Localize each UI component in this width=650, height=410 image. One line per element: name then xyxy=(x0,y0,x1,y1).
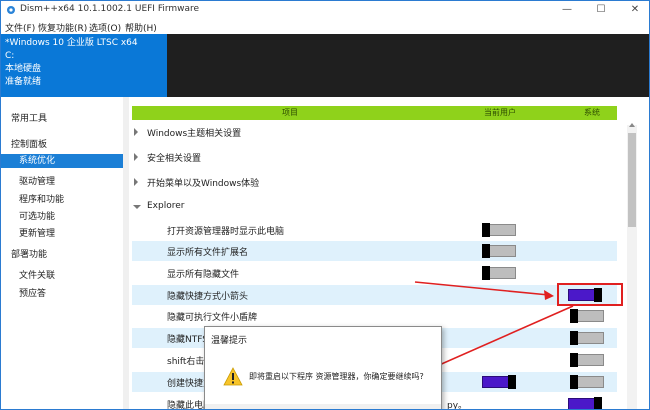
menu-bar: 文件(F) 恢复功能(R) 选项(O) 帮助(H) xyxy=(1,19,649,34)
user-toggle[interactable] xyxy=(482,244,516,258)
image-status: 准备就绪 xyxy=(5,77,42,87)
minimize-button[interactable]: — xyxy=(555,3,579,17)
scroll-up-icon[interactable] xyxy=(629,123,635,127)
group-label: Explorer xyxy=(147,201,185,211)
setting-label: 显示所有隐藏文件 xyxy=(167,270,240,280)
dialog-title: 温馨提示 xyxy=(211,336,248,346)
image-name: *Windows 10 企业版 LTSC x64 xyxy=(5,38,138,48)
system-toggle[interactable] xyxy=(570,353,604,367)
group-label: 开始菜单以及Windows体验 xyxy=(147,179,260,189)
sidebar-item-updates[interactable]: 更新管理 xyxy=(19,226,55,239)
menu-help[interactable]: 帮助(H) xyxy=(125,21,157,34)
setting-row: 显示所有隐藏文件 xyxy=(132,263,617,283)
sidebar-item-programs[interactable]: 程序和功能 xyxy=(19,192,64,205)
sidebar-category-control-panel[interactable]: 控制面板 xyxy=(11,137,47,150)
setting-label-tail: py。 xyxy=(447,401,468,410)
menu-file[interactable]: 文件(F) xyxy=(5,21,35,34)
warning-icon xyxy=(223,367,243,386)
setting-label: 隐藏NTFS xyxy=(167,335,208,345)
setting-row: 隐藏可执行文件小盾牌 xyxy=(132,306,617,326)
confirm-dialog: 温馨提示 即将重启以下程序 资源管理器，你确定要继续吗? xyxy=(204,326,442,409)
group-row[interactable]: 安全相关设置 xyxy=(132,147,617,167)
group-label: 安全相关设置 xyxy=(147,154,202,164)
group-row[interactable]: Windows主题相关设置 xyxy=(132,122,617,142)
setting-label: shift右击 xyxy=(167,357,205,367)
sidebar-item-drivers[interactable]: 驱动管理 xyxy=(19,174,55,187)
setting-row: 隐藏快捷方式小箭头 xyxy=(132,285,617,305)
image-disk: 本地硬盘 xyxy=(5,64,42,74)
menu-options[interactable]: 选项(O) xyxy=(89,21,121,34)
setting-row: 显示所有文件扩展名 xyxy=(132,241,617,261)
expand-arrow-icon[interactable] xyxy=(134,128,138,136)
header-empty-area xyxy=(167,34,649,97)
dialog-button-area xyxy=(205,404,441,409)
image-drive: C: xyxy=(5,51,15,61)
group-label: Windows主题相关设置 xyxy=(147,129,242,139)
system-toggle[interactable] xyxy=(570,309,604,323)
group-row[interactable]: Explorer xyxy=(132,197,617,217)
setting-label: 隐藏快捷方式小箭头 xyxy=(167,292,249,302)
dialog-message: 即将重启以下程序 资源管理器，你确定要继续吗? xyxy=(249,372,424,381)
window-title: Dism++x64 10.1.1002.1 UEFI Firmware xyxy=(20,4,200,14)
column-item: 项目 xyxy=(282,108,298,117)
sidebar-item-answer-file[interactable]: 预应答 xyxy=(19,286,46,299)
collapse-arrow-icon[interactable] xyxy=(133,205,141,209)
setting-label: 隐藏可执行文件小盾牌 xyxy=(167,313,258,323)
column-current-user: 当前用户 xyxy=(484,108,516,117)
sidebar-category-tools[interactable]: 常用工具 xyxy=(11,111,47,124)
sidebar: 常用工具 控制面板 系统优化 驱动管理 程序和功能 可选功能 更新管理 部署功能… xyxy=(1,97,123,409)
system-toggle[interactable] xyxy=(570,375,604,389)
scrollbar-thumb[interactable] xyxy=(628,133,636,227)
dism-gear-icon xyxy=(7,6,15,14)
menu-restore[interactable]: 恢复功能(R) xyxy=(38,21,87,34)
title-bar: Dism++x64 10.1.1002.1 UEFI Firmware — ☐ … xyxy=(1,1,649,19)
user-toggle[interactable] xyxy=(482,223,516,237)
maximize-button[interactable]: ☐ xyxy=(589,3,613,17)
user-toggle[interactable] xyxy=(482,266,516,280)
column-header: 项目 当前用户 系统 xyxy=(132,106,617,120)
expand-arrow-icon[interactable] xyxy=(134,153,138,161)
close-button[interactable]: ✕ xyxy=(623,3,647,17)
sidebar-category-deploy[interactable]: 部署功能 xyxy=(11,247,47,260)
system-toggle[interactable] xyxy=(570,331,604,345)
image-selector[interactable]: *Windows 10 企业版 LTSC x64 C: 本地硬盘 准备就绪 xyxy=(1,34,167,97)
column-system: 系统 xyxy=(584,108,600,117)
expand-arrow-icon[interactable] xyxy=(134,178,138,186)
sidebar-item-file-assoc[interactable]: 文件关联 xyxy=(19,268,55,281)
system-toggle[interactable] xyxy=(568,397,602,409)
group-row[interactable]: 开始菜单以及Windows体验 xyxy=(132,172,617,192)
setting-label: 打开资源管理器时显示此电脑 xyxy=(167,227,285,237)
annotation-highlight-box xyxy=(557,283,623,306)
dism-window: Dism++x64 10.1.1002.1 UEFI Firmware — ☐ … xyxy=(0,0,650,410)
setting-row: 打开资源管理器时显示此电脑 xyxy=(132,220,617,240)
user-toggle[interactable] xyxy=(482,375,516,389)
sidebar-item-system-optimize[interactable]: 系统优化 xyxy=(1,154,123,168)
setting-label: 显示所有文件扩展名 xyxy=(167,248,249,258)
sidebar-item-optional-features[interactable]: 可选功能 xyxy=(19,209,55,222)
